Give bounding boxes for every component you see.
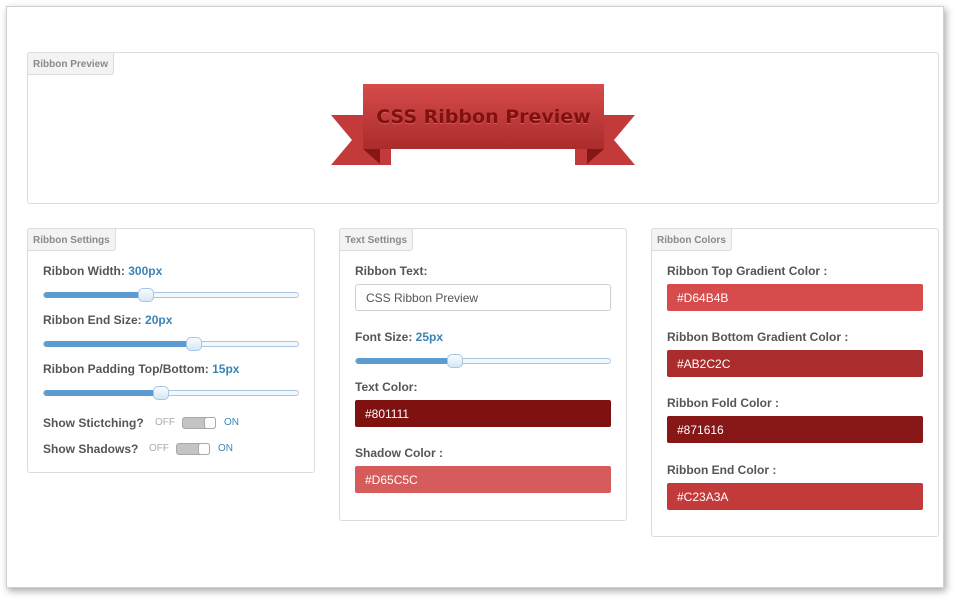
ribbon-end-size-label-text: Ribbon End Size: [43,313,142,327]
text-color-label: Text Color: [355,380,418,394]
text-settings-tab: Text Settings [339,228,414,251]
stitching-toggle-thumb [204,417,216,429]
font-size-label-text: Font Size: [355,330,413,344]
ribbon-text-input[interactable]: CSS Ribbon Preview [355,284,611,311]
ribbon-width-label: Ribbon Width: 300px [43,264,162,278]
font-size-slider[interactable] [355,354,611,368]
ribbon-text: CSS Ribbon Preview [376,105,591,128]
ribbon-end-size-slider-fill [44,341,194,347]
ribbon-width-slider-fill [44,292,146,298]
ribbon-body: CSS Ribbon Preview [363,84,604,149]
ribbon-padding-slider[interactable] [43,386,299,400]
stitching-on-label[interactable]: ON [224,417,239,428]
stitching-off-label[interactable]: OFF [155,417,175,428]
app-window: CSS Ribbon Preview Ribbon Preview Ribbon… [6,6,944,588]
shadows-toggle-row: Show Shadows? OFF ON [43,441,303,457]
ribbon-colors-panel: Ribbon Colors Ribbon Top Gradient Color … [651,228,939,537]
shadows-toggle[interactable] [176,443,210,455]
stitching-toggle-row: Show Stictching? OFF ON [43,415,303,431]
shadows-off-label[interactable]: OFF [149,443,169,454]
font-size-slider-handle[interactable] [447,354,464,368]
shadow-color-input[interactable]: #D65C5C [355,466,611,493]
ribbon-end-size-slider[interactable] [43,337,299,351]
shadows-label: Show Shadows? [43,442,139,456]
ribbon-preview: CSS Ribbon Preview [28,53,940,205]
ribbon-width-label-text: Ribbon Width: [43,264,125,278]
ribbon-text-label: Ribbon Text: [355,264,428,278]
text-color-input[interactable]: #801111 [355,400,611,427]
ribbon-width-value: 300px [128,264,163,278]
stitching-label: Show Stictching? [43,416,144,430]
ribbon-settings-panel: Ribbon Settings Ribbon Width: 300px Ribb… [27,228,315,473]
font-size-value: 25px [415,330,444,344]
top-gradient-color-input[interactable]: #D64B4B [667,284,923,311]
top-gradient-label: Ribbon Top Gradient Color : [667,264,828,278]
text-settings-panel: Text Settings Ribbon Text: CSS Ribbon Pr… [339,228,627,521]
ribbon-end-size-label: Ribbon End Size: 20px [43,313,172,327]
end-color-input[interactable]: #C23A3A [667,483,923,510]
ribbon-end-size-slider-handle[interactable] [185,337,202,351]
ribbon-padding-slider-handle[interactable] [152,386,169,400]
font-size-slider-fill [356,358,456,364]
ribbon-width-slider[interactable] [43,288,299,302]
end-color-label: Ribbon End Color : [667,463,777,477]
shadows-toggle-thumb [198,443,210,455]
ribbon-padding-label: Ribbon Padding Top/Bottom: 15px [43,362,239,376]
font-size-label: Font Size: 25px [355,330,443,344]
bottom-gradient-color-input[interactable]: #AB2C2C [667,350,923,377]
fold-color-label: Ribbon Fold Color : [667,396,779,410]
ribbon-width-slider-handle[interactable] [137,288,154,302]
ribbon-preview-tab: Ribbon Preview [27,52,115,75]
ribbon-end-size-value: 20px [145,313,173,327]
bottom-gradient-label: Ribbon Bottom Gradient Color : [667,330,849,344]
shadows-on-label[interactable]: ON [218,443,233,454]
ribbon-padding-value: 15px [212,362,240,376]
ribbon-padding-slider-fill [44,390,161,396]
ribbon-colors-tab: Ribbon Colors [651,228,732,251]
shadow-color-label: Shadow Color : [355,446,443,460]
ribbon-preview-panel: CSS Ribbon Preview Ribbon Preview [27,52,939,204]
ribbon-settings-tab: Ribbon Settings [27,228,116,251]
stitching-toggle[interactable] [182,417,216,429]
fold-color-input[interactable]: #871616 [667,416,923,443]
ribbon-padding-label-text: Ribbon Padding Top/Bottom: [43,362,209,376]
